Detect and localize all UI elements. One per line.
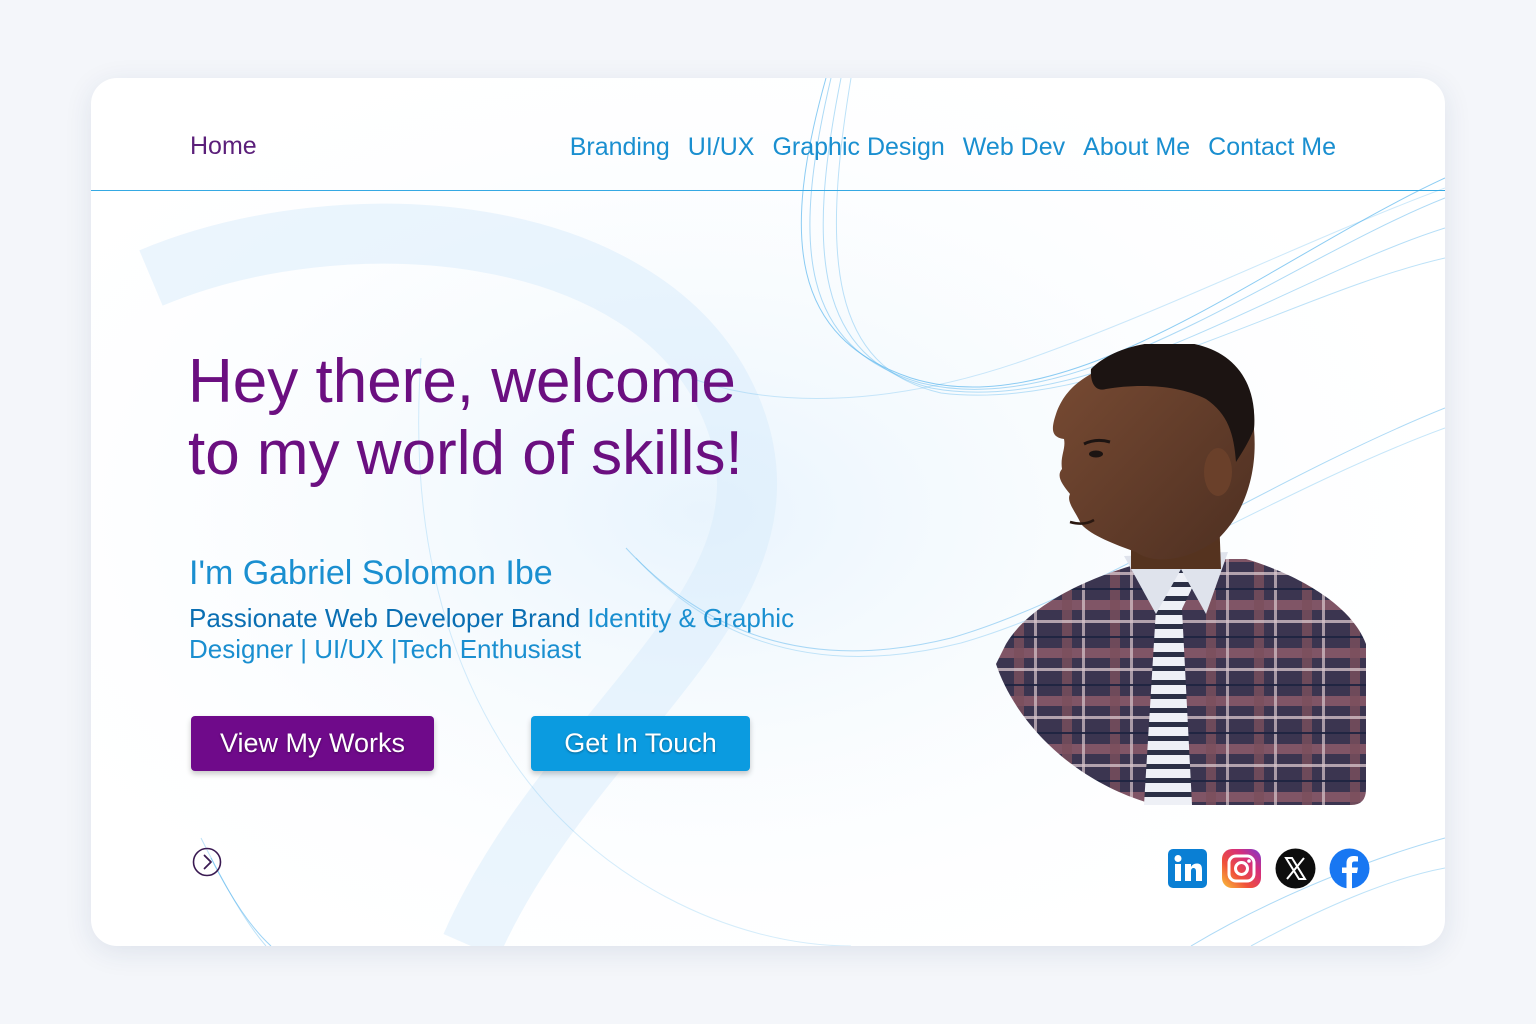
chevron-right-circle-icon[interactable] [192,847,222,877]
view-my-works-button[interactable]: View My Works [191,716,434,771]
hero-title-line-2: to my world of skills! [188,419,743,488]
facebook-icon[interactable] [1329,848,1370,889]
nav-about-me[interactable]: About Me [1083,133,1190,162]
nav-home[interactable]: Home [190,132,257,161]
get-in-touch-button[interactable]: Get In Touch [531,716,750,771]
linkedin-icon[interactable] [1167,848,1208,889]
profile-photo [996,344,1366,805]
social-links [1167,848,1370,889]
hero-title: Hey there, welcome to my world of skills… [188,346,743,490]
hero-card: Home Branding UI/UX Graphic Design Web D… [91,78,1445,946]
nav-branding[interactable]: Branding [570,133,670,162]
nav-ui-ux[interactable]: UI/UX [688,133,755,162]
tagline: Passionate Web Developer Brand Identity … [189,603,849,665]
tagline-strong: Passionate Web Developer Brand [189,603,588,633]
hero-title-line-1: Hey there, welcome [188,347,736,416]
nav-web-dev[interactable]: Web Dev [963,133,1065,162]
intro-name: I'm Gabriel Solomon Ibe [189,554,553,592]
instagram-icon[interactable] [1221,848,1262,889]
top-nav: Home Branding UI/UX Graphic Design Web D… [91,78,1445,191]
nav-graphic-design[interactable]: Graphic Design [772,133,944,162]
x-icon[interactable] [1275,848,1316,889]
nav-contact-me[interactable]: Contact Me [1208,133,1336,162]
nav-links: Branding UI/UX Graphic Design Web Dev Ab… [570,133,1336,162]
